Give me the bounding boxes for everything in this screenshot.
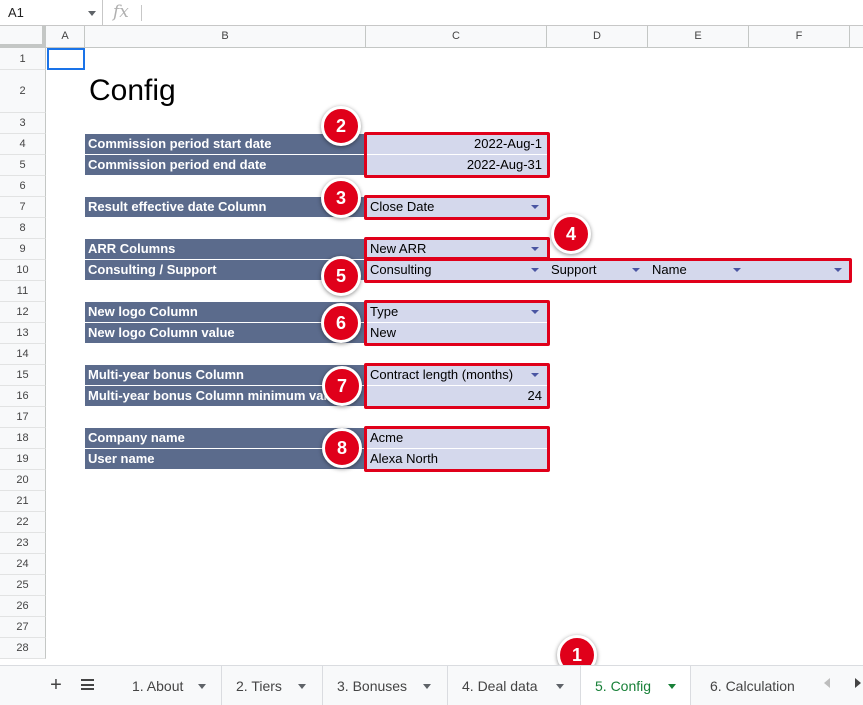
column-header-c[interactable]: C	[366, 26, 547, 48]
dropdown-value: Contract length (months)	[370, 367, 514, 382]
row-header[interactable]: 20	[0, 470, 46, 491]
row-header[interactable]: 12	[0, 302, 46, 323]
label-arr-columns: ARR Columns	[85, 239, 366, 259]
dropdown-effective-date[interactable]: Close Date	[366, 197, 547, 217]
column-header-a[interactable]: A	[46, 26, 85, 48]
row-header[interactable]: 17	[0, 407, 46, 428]
chevron-down-icon[interactable]	[423, 684, 431, 689]
row-header[interactable]: 1	[0, 48, 46, 70]
annotation-badge: 8	[322, 428, 362, 468]
annotation-badge: 3	[321, 178, 361, 218]
add-sheet-button[interactable]: +	[45, 674, 67, 696]
tab-label: 4. Deal data	[462, 678, 538, 694]
value-period-end[interactable]: 2022-Aug-31	[366, 155, 547, 175]
row-header[interactable]: 8	[0, 218, 46, 239]
chevron-down-icon[interactable]	[668, 684, 676, 689]
formula-bar: A1 fx	[0, 0, 863, 26]
column-header-e[interactable]: E	[648, 26, 749, 48]
annotation-badge: 5	[321, 256, 361, 296]
tab-label: 1. About	[132, 678, 184, 694]
tab-deal-data[interactable]: 4. Deal data	[448, 666, 581, 705]
chevron-down-icon[interactable]	[556, 684, 564, 689]
row-header[interactable]: 13	[0, 323, 46, 344]
row-header[interactable]: 7	[0, 197, 46, 218]
dropdown-consulting[interactable]: Consulting	[366, 260, 547, 280]
tab-label: 3. Bonuses	[337, 678, 408, 694]
row-header[interactable]: 15	[0, 365, 46, 386]
row-header[interactable]: 9	[0, 239, 46, 260]
dropdown-value: Type	[370, 304, 399, 319]
chevron-down-icon[interactable]	[298, 684, 306, 689]
dropdown-arr-column[interactable]: New ARR	[366, 239, 547, 259]
row-header[interactable]: 5	[0, 155, 46, 176]
row-header[interactable]: 10	[0, 260, 46, 281]
divider	[141, 5, 142, 21]
column-header-d[interactable]: D	[547, 26, 648, 48]
value-multiyear-min[interactable]: 24	[366, 386, 547, 406]
function-icon: fx	[113, 2, 129, 22]
annotation-badge: 4	[551, 214, 591, 254]
tab-config[interactable]: 5. Config	[581, 666, 691, 705]
row-header[interactable]: 26	[0, 596, 46, 617]
tab-tiers[interactable]: 2. Tiers	[222, 666, 323, 705]
dropdown-empty[interactable]	[749, 260, 850, 280]
row-header[interactable]: 4	[0, 134, 46, 155]
dropdown-new-logo-column[interactable]: Type	[366, 302, 547, 322]
dropdown-value: Close Date	[370, 199, 435, 214]
select-all-corner[interactable]	[0, 26, 46, 48]
row-header[interactable]: 22	[0, 512, 46, 533]
row-header[interactable]: 14	[0, 344, 46, 365]
dropdown-multiyear-column[interactable]: Contract length (months)	[366, 365, 547, 385]
dropdown-value: Support	[551, 262, 597, 277]
scroll-left-icon[interactable]	[824, 678, 830, 688]
row-header[interactable]: 18	[0, 428, 46, 449]
dropdown-support[interactable]: Support	[547, 260, 648, 280]
all-sheets-menu-icon[interactable]	[81, 679, 94, 690]
tab-calculation[interactable]: 6. Calculation	[696, 666, 812, 705]
tab-label: 6. Calculation	[710, 678, 795, 694]
label-period-end: Commission period end date	[85, 155, 366, 175]
dropdown-value: Name	[652, 262, 687, 277]
chevron-down-icon[interactable]	[88, 11, 96, 16]
cell-reference: A1	[8, 5, 24, 20]
row-header[interactable]: 27	[0, 617, 46, 638]
dropdown-name[interactable]: Name	[648, 260, 749, 280]
row-header[interactable]: 25	[0, 575, 46, 596]
annotation-badge: 2	[321, 106, 361, 146]
value-new-logo-value[interactable]: New	[366, 323, 547, 343]
column-header-b[interactable]: B	[85, 26, 366, 48]
tab-label: 2. Tiers	[236, 678, 282, 694]
annotation-badge: 6	[321, 303, 361, 343]
row-header[interactable]: 28	[0, 638, 46, 659]
tab-bonuses[interactable]: 3. Bonuses	[323, 666, 448, 705]
name-box[interactable]: A1	[0, 0, 103, 26]
row-header[interactable]: 3	[0, 113, 46, 134]
chevron-down-icon[interactable]	[198, 684, 206, 689]
selected-cell-a1[interactable]	[47, 48, 85, 70]
scroll-right-icon[interactable]	[855, 678, 861, 688]
sheet-tab-bar: + 1. About 2. Tiers 3. Bonuses 4. Deal d…	[0, 665, 863, 705]
page-title: Config	[89, 74, 176, 107]
row-header[interactable]: 23	[0, 533, 46, 554]
row-header[interactable]: 24	[0, 554, 46, 575]
value-company-name[interactable]: Acme	[366, 428, 547, 448]
annotation-badge: 7	[322, 366, 362, 406]
row-header[interactable]: 2	[0, 70, 46, 113]
row-header[interactable]: 6	[0, 176, 46, 197]
column-header-f[interactable]: F	[749, 26, 850, 48]
column-header-g[interactable]	[850, 26, 863, 48]
tab-label: 5. Config	[595, 678, 652, 694]
row-header[interactable]: 16	[0, 386, 46, 407]
row-header[interactable]: 11	[0, 281, 46, 302]
value-user-name[interactable]: Alexa North	[366, 449, 547, 469]
dropdown-value: New ARR	[370, 241, 427, 256]
value-period-start[interactable]: 2022-Aug-1	[366, 134, 547, 154]
dropdown-value: Consulting	[370, 262, 432, 277]
tab-about[interactable]: 1. About	[118, 666, 222, 705]
row-header[interactable]: 19	[0, 449, 46, 470]
row-header[interactable]: 21	[0, 491, 46, 512]
